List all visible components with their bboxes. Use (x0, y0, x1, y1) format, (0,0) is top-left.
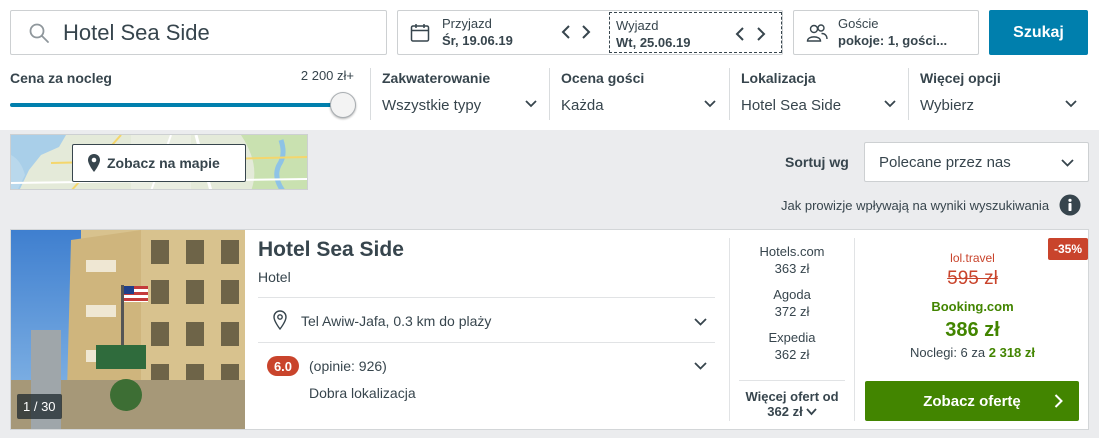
filter-label: Lokalizacja (741, 70, 816, 86)
guests-label: Goście (838, 16, 879, 31)
partner-name: Hotels.com (759, 244, 825, 259)
chevron-down-icon (525, 100, 537, 108)
chevron-right-icon[interactable] (753, 25, 769, 43)
best-deal-panel: -35% lol.travel 595 zł Booking.com 386 z… (857, 230, 1088, 429)
partner-name: Expedia (768, 330, 816, 345)
filter-label: Ocena gości (561, 70, 645, 86)
guests-field[interactable]: Goście pokoje: 1, gości... (793, 10, 979, 55)
rating-badge: 6.0 (267, 356, 299, 376)
filter-value: Hotel Sea Side (741, 97, 842, 114)
filter-value: Każda (561, 97, 604, 114)
divider (258, 342, 715, 343)
sort-label: Sortuj wg (785, 154, 849, 170)
more-offers-price: 362 zł (767, 404, 803, 419)
date-picker[interactable]: Przyjazd Śr, 19.06.19 Wyjazd Wt, 25.06.1… (397, 10, 783, 55)
price-filter-label: Cena za nocleg (10, 70, 112, 86)
chevron-down-icon (704, 100, 716, 108)
chevron-left-icon[interactable] (558, 23, 574, 41)
nights-total-price: 2 318 zł (988, 345, 1036, 360)
divider (729, 238, 730, 421)
more-offers-label: Więcej ofert od (745, 389, 839, 404)
partner-price: 362 zł (774, 347, 810, 362)
nights-total: Noclegi: 6 za 2 318 zł (857, 345, 1088, 360)
photo-counter: 1 / 30 (17, 394, 62, 419)
filter-label: Więcej opcji (920, 70, 1001, 86)
price-max-value: 2 200 zł+ (300, 68, 354, 83)
filter-location[interactable]: Lokalizacja Hotel Sea Side (729, 68, 908, 120)
partner-price: 363 zł (774, 261, 810, 276)
show-on-map-label: Zobacz na mapie (107, 155, 220, 171)
sort-value: Polecane przez nas (879, 154, 1011, 171)
search-input[interactable]: Hotel Sea Side (10, 10, 387, 55)
divider (908, 68, 909, 120)
filter-guest-rating[interactable]: Ocena gości Każda (549, 68, 728, 120)
partner-price: 372 zł (774, 304, 810, 319)
commission-info-text: Jak prowizje wpływają na wyniki wyszukiw… (781, 198, 1050, 213)
price-slider-track[interactable] (10, 103, 342, 107)
filter-more-options[interactable]: Więcej opcji Wybierz (908, 68, 1089, 120)
divider (729, 68, 730, 120)
calendar-icon (410, 24, 430, 42)
checkin-label: Przyjazd (442, 16, 492, 31)
more-offers-price-row: 362 zł (739, 404, 845, 419)
hotel-result-card[interactable]: 1 / 30 Hotel Sea Side Hotel Tel Awiw-Jaf… (10, 229, 1089, 430)
divider (370, 68, 371, 120)
hotel-type: Hotel (258, 269, 291, 285)
divider (739, 380, 845, 381)
show-on-map-button[interactable]: Zobacz na mapie (72, 144, 246, 182)
nights-prefix: Noclegi: 6 za (909, 345, 986, 360)
chevron-down-icon (1061, 159, 1074, 167)
more-offers-button[interactable]: Więcej ofert od 362 zł (739, 389, 845, 419)
rating-description: Dobra lokalizacja (309, 385, 416, 401)
checkin-field[interactable]: Przyjazd Śr, 19.06.19 (398, 11, 609, 54)
best-price[interactable]: 386 zł (857, 319, 1088, 342)
filter-accommodation[interactable]: Zakwaterowanie Wszystkie typy (370, 68, 549, 120)
old-price: 595 zł (947, 268, 998, 289)
divider (854, 238, 855, 421)
hotel-location[interactable]: Tel Awiw-Jafa, 0.3 km do plaży (301, 313, 491, 329)
search-icon (29, 23, 49, 43)
checkout-field[interactable]: Wyjazd Wt, 25.06.19 (609, 12, 782, 53)
filter-value: Wszystkie typy (382, 97, 482, 114)
filter-value: Wybierz (920, 97, 975, 114)
chevron-down-icon (806, 407, 817, 415)
checkout-label: Wyjazd (616, 18, 659, 33)
chevron-down-icon[interactable] (694, 318, 707, 326)
hotel-photo[interactable]: 1 / 30 (11, 230, 245, 429)
location-pin-icon (273, 310, 287, 330)
hotel-name[interactable]: Hotel Sea Side (258, 238, 404, 262)
partner-prices: Hotels.com 363 zł Agoda 372 zł Expedia 3… (739, 230, 855, 429)
review-count[interactable]: (opinie: 926) (309, 358, 387, 374)
chevron-left-icon[interactable] (732, 25, 748, 43)
partner-offer[interactable]: Hotels.com 363 zł (739, 244, 845, 276)
divider (549, 68, 550, 120)
users-icon (806, 24, 828, 42)
chevron-down-icon (884, 100, 896, 108)
divider (258, 297, 715, 298)
sort-select[interactable]: Polecane przez nas (864, 142, 1089, 182)
partner-name: Agoda (773, 287, 811, 302)
partner-offer[interactable]: Agoda 372 zł (739, 287, 845, 319)
chevron-down-icon (1065, 100, 1077, 108)
best-price-source[interactable]: Booking.com (857, 299, 1088, 314)
filter-label: Zakwaterowanie (382, 70, 491, 86)
old-price-source: lol.travel (950, 251, 995, 265)
price-slider-handle[interactable] (330, 92, 356, 118)
info-icon[interactable] (1059, 194, 1081, 216)
search-button[interactable]: Szukaj (989, 10, 1088, 55)
guests-value: pokoje: 1, gości... (838, 33, 948, 48)
checkout-value: Wt, 25.06.19 (616, 35, 691, 50)
chevron-right-icon (1054, 394, 1063, 408)
view-offer-label: Zobacz ofertę (923, 392, 1021, 410)
chevron-right-icon[interactable] (578, 23, 594, 41)
search-value: Hotel Sea Side (63, 19, 210, 45)
view-offer-button[interactable]: Zobacz ofertę (865, 381, 1079, 421)
checkin-value: Śr, 19.06.19 (442, 33, 513, 48)
price-filter: Cena za nocleg 2 200 zł+ (10, 68, 356, 120)
chevron-down-icon[interactable] (694, 362, 707, 370)
partner-offer[interactable]: Expedia 362 zł (739, 330, 845, 362)
top-bar: Hotel Sea Side Przyjazd Śr, 19.06.19 Wyj… (0, 0, 1099, 130)
map-pin-icon (88, 154, 100, 172)
